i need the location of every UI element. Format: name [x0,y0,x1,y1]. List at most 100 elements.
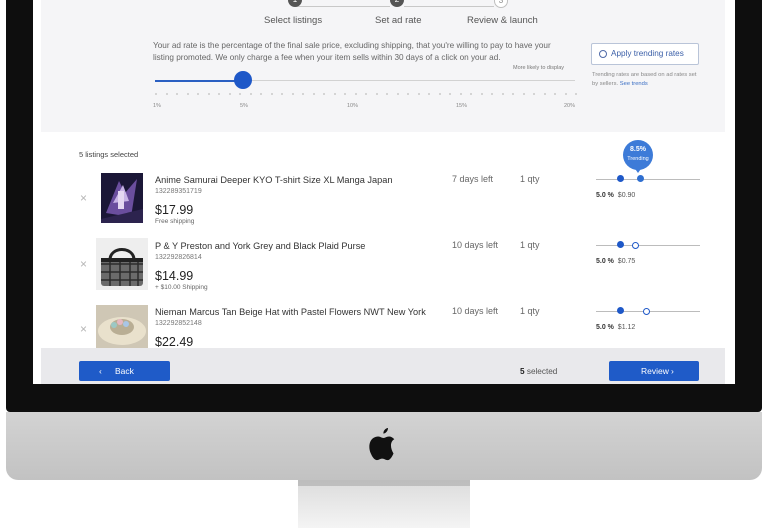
review-button-label: Review [641,366,669,376]
slider-tick [417,93,420,95]
remove-listing-icon[interactable]: × [80,257,87,271]
slider-tick [155,93,157,95]
listing-thumbnail [96,238,148,290]
trending-bubble-pointer [633,166,643,173]
listing-item-id: 132292852148 [155,320,202,327]
listing-rate-handle[interactable] [617,307,624,314]
step-2-label: Set ad rate [375,15,422,26]
listing-rate-handle[interactable] [617,241,624,248]
selected-status: 5 selected [520,367,557,376]
slider-tick [491,93,493,95]
listing-rate-percent: 5.0 % [596,258,614,265]
listing-rate-slider[interactable] [596,245,700,246]
listing-item-id: 132292826814 [155,254,202,261]
listing-time-left: 10 days left [452,306,499,316]
listing-price: $14.99 [155,269,194,283]
remove-listing-icon[interactable]: × [80,322,87,336]
trending-rate-word: Trending [627,156,649,162]
listing-trending-marker [643,308,650,315]
tick-label: 20% [564,103,576,109]
see-trends-link[interactable]: See trends [620,81,648,87]
listing-qty: 1 qty [520,306,540,316]
slider-tick [470,93,472,95]
listing-item-id: 132289351719 [155,188,202,195]
screen: 1 2 3 Select listings Set ad rate Review… [33,0,735,384]
trending-note: Trending rates are based on ad rates set… [592,71,702,89]
listing-price: $17.99 [155,203,194,217]
listing-rate-fee: $0.75 [617,258,636,265]
slider-tick [344,93,346,95]
slider-tick [312,93,315,95]
slider-tick [207,93,210,95]
slider-tick [323,93,325,95]
listing-thumbnail [101,173,143,223]
step-connector [295,6,390,7]
purse-image [96,238,148,290]
listing-shipping: + $10.00 Shipping [155,284,208,291]
slider-tick [186,93,189,95]
slider-tick [554,93,556,95]
listing-thumbnail [96,305,148,350]
slider-tick [533,93,535,95]
slider-tick [302,93,304,95]
slider-tick [270,93,273,95]
remove-listing-icon[interactable]: × [80,191,87,205]
slider-tick [564,93,567,95]
selected-count: 5 [520,367,525,376]
listing-rate-percent: 5.0 % [596,324,614,331]
tshirt-image [101,173,143,223]
slider-tick [459,93,462,95]
step-connector [404,6,494,7]
listing-qty: 1 qty [520,240,540,250]
slider-tick [197,93,199,95]
slider-tick [291,93,294,95]
tick-label: 5% [240,103,248,109]
slider-tick [249,93,252,95]
apply-trending-rates-button[interactable]: Apply trending rates [591,43,699,65]
slider-tick [428,93,430,95]
ad-rate-slider-handle[interactable] [234,71,252,89]
listing-title[interactable]: P & Y Preston and York Grey and Black Pl… [155,241,365,251]
slider-tick [543,93,546,95]
listing-title[interactable]: Anime Samurai Deeper KYO T-shirt Size XL… [155,175,392,185]
listing-rate-value: 5.0 % $0.90 [596,192,635,199]
slider-tick [365,93,367,95]
tick-label: 1% [153,103,161,109]
listing-trending-marker [637,175,644,182]
chevron-right-icon: › [671,366,674,376]
monitor-stand [298,480,470,528]
listing-rate-handle[interactable] [617,175,624,182]
slider-tick [218,93,220,95]
slider-tick [438,93,441,95]
listing-trending-marker [632,242,639,249]
slider-tick [386,93,388,95]
selected-word: selected [526,367,558,376]
more-likely-label: More likely to display [513,65,565,71]
slider-tick [228,93,231,95]
listing-time-left: 10 days left [452,240,499,250]
circle-icon [599,50,607,58]
listings-selected-count: 5 listings selected [79,150,139,159]
step-1-label: Select listings [264,15,323,26]
slider-tick [522,93,525,95]
tick-label: 15% [456,103,468,109]
listing-title[interactable]: Nieman Marcus Tan Beige Hat with Pastel … [155,307,426,317]
ad-rate-slider-fill [155,80,243,82]
listing-rate-slider[interactable] [596,179,700,180]
step-3-label: Review & launch [467,15,538,26]
chevron-left-icon: ‹ [99,366,102,376]
back-button[interactable]: ‹ Back [79,361,170,381]
listing-rate-percent: 5.0 % [596,192,614,199]
listing-shipping: Free shipping [155,218,195,225]
listing-rate-value: 5.0 % $1.12 [596,324,635,331]
apple-logo-icon [369,428,395,461]
ad-rate-description: Your ad rate is the percentage of the fi… [153,41,551,62]
slider-tick [480,93,483,95]
slider-tick [165,93,168,95]
review-button[interactable]: Review › [609,361,699,381]
slider-tick [396,93,399,95]
apply-trending-rates-label: Apply trending rates [611,49,684,58]
listing-price: $22.49 [155,335,194,349]
slider-tick [354,93,357,95]
slider-tick [281,93,283,95]
